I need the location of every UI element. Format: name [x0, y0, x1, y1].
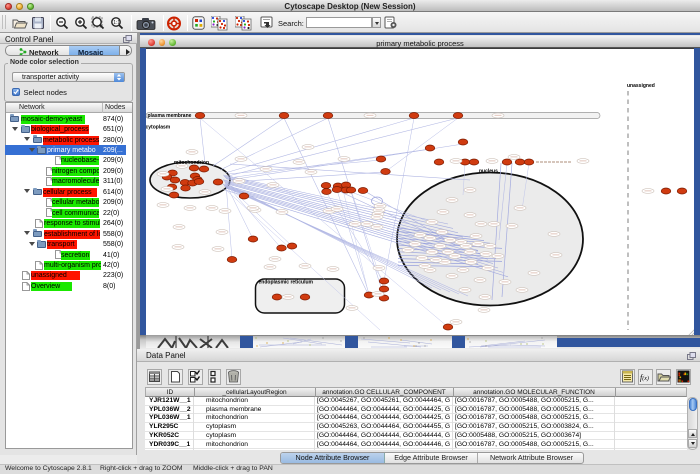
svg-text:endoplasmic reticulum: endoplasmic reticulum [259, 280, 314, 286]
svg-text:plasma membrane: plasma membrane [148, 113, 192, 119]
svg-text:mitochondrion: mitochondrion [174, 160, 209, 166]
svg-text:unassigned: unassigned [627, 83, 655, 89]
svg-text:nucleus: nucleus [479, 169, 498, 175]
svg-text:1:1: 1:1 [113, 20, 120, 26]
svg-text:cytoplasm: cytoplasm [146, 125, 171, 131]
